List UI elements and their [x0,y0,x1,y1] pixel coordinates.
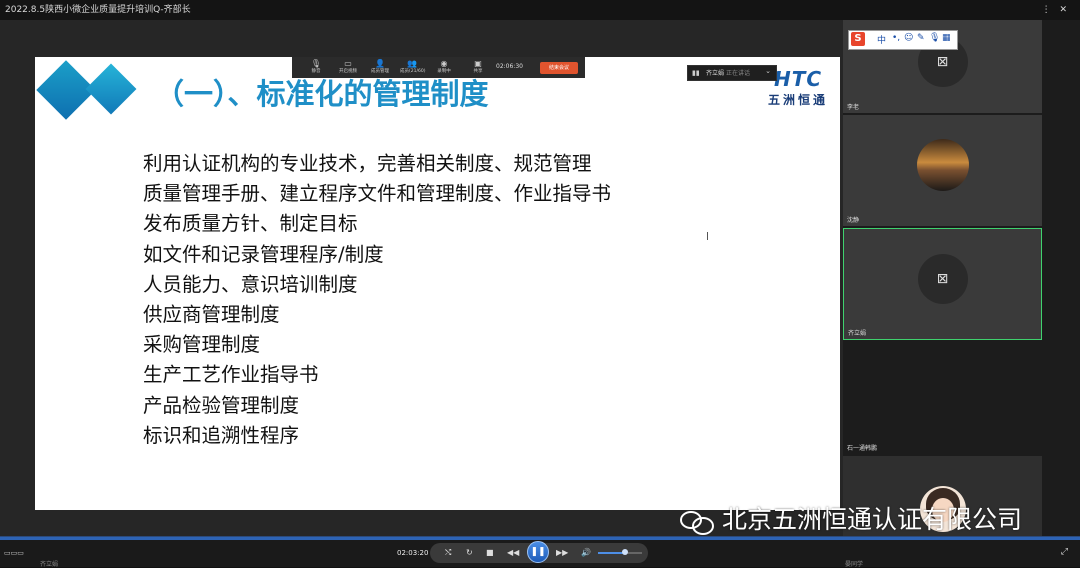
presentation-slide: （一）、标准化的管理制度 HTC 五洲恒通 利用认证机构的专业技术，完善相关制度… [35,57,840,510]
window-titlebar: 2022.8.5陕西小微企业质量提升培训Q-齐部长 ⋮ ✕ [0,0,1080,20]
slide-line: 如文件和记录管理程序/制度 [143,242,384,266]
members-button[interactable]: 👥 成员(21/60) [400,59,425,75]
camera-off-icon: ⊠ [917,254,968,304]
record-button[interactable]: ◉ 录制中 [432,59,456,75]
speaker-name: 齐立娟 [706,70,725,77]
watermark-text: 北京五洲恒通认证有限公司 [722,505,1023,534]
participant-sidebar: ⊠ 李老 沈静 ⊠ 齐立娟 石一通韩鹏 [843,20,1080,536]
meeting-timer: 02:06:30 [496,63,523,70]
grid-icon[interactable]: ▦ [942,33,951,43]
slide-line: 发布质量方针、制定目标 [143,212,358,236]
slide-line: 生产工艺作业指导书 [143,363,319,387]
speaker-status: 正在讲话 [726,70,751,77]
mic-button[interactable]: 🎙 静音 [304,59,328,75]
sogou-logo-icon: S [851,32,865,46]
slide-content-list: 利用认证机构的专业技术，完善相关制度、规范管理 质量管理手册、建立程序文件和管理… [143,149,611,451]
slide-line: 质量管理手册、建立程序文件和管理制度、作业指导书 [143,182,612,206]
fullscreen-icon[interactable]: ⤢ [1061,547,1068,557]
participant-tile[interactable]: 石一通韩鹏 [843,342,1042,454]
signal-icon: ▮▮ [692,69,700,77]
emoji-icon[interactable]: ☺ [904,33,913,43]
ime-toolbar[interactable]: S 中 •, ☺ ✎ 🎙 ▦ [848,30,958,50]
company-logo-cn: 五洲恒通 [767,93,828,107]
window-title: 2022.8.5陕西小微企业质量提升培训Q-齐部长 [5,5,191,15]
participant-name: 齐立娟 [40,561,59,568]
pen-icon[interactable]: ✎ [917,33,925,43]
pause-button[interactable]: ❚❚ [527,541,549,563]
end-meeting-button[interactable]: 结束会议 [540,62,578,74]
participant-tile[interactable]: 沈静 [843,115,1042,226]
camera-icon: ▭ [344,59,352,68]
participants-icon: 👤 [375,59,385,68]
share-button[interactable]: ▣ 共享 [466,59,490,75]
participant-avatar [916,138,969,191]
loop-icon[interactable]: ↻ [466,548,473,557]
meeting-toolbar: 🎙 静音 ▭ 开启视频 👤 成员管理 👥 成员(21/60) ◉ 录制中 ▣ 共… [292,57,585,78]
ime-lang-button[interactable]: 中 [877,33,886,46]
participant-tile[interactable]: ⊠ 齐立娟 [843,228,1042,340]
logo-diamond-icon [85,63,137,115]
slide-line: 标识和追溯性程序 [143,423,300,447]
wechat-icon [680,509,716,535]
volume-fill [598,552,626,554]
rewind-button[interactable]: ◀◀ [507,548,519,557]
progress-bar[interactable] [0,537,1080,540]
participant-name: 石一通韩鹏 [847,445,878,452]
voice-icon[interactable]: 🎙 [929,33,940,43]
slide-line: 供应商管理制度 [143,302,280,326]
stop-button[interactable]: ■ [486,548,494,557]
slide-line: 人员能力、意识培训制度 [143,272,358,296]
volume-icon[interactable]: 🔊 [581,548,591,557]
camera-button[interactable]: ▭ 开启视频 [336,59,360,75]
participant-name: 晏同学 [845,561,864,568]
members-icon: 👥 [407,59,417,68]
active-speaker-indicator[interactable]: ▮▮ 齐立娟 正在讲话 ⌄ [687,65,777,81]
slide-line: 利用认证机构的专业技术，完善相关制度、规范管理 [143,152,592,175]
slide-line: 产品检验管理制度 [143,393,300,417]
playlist-icon[interactable]: ▭▭▭ [4,549,24,557]
share-icon: ▣ [474,59,482,68]
shuffle-icon[interactable]: ⤭ [445,548,451,558]
record-icon: ◉ [440,59,448,68]
ime-punct-button[interactable]: •, [892,33,900,43]
slide-line: 采购管理制度 [143,333,261,357]
participant-name: 沈静 [847,217,860,224]
volume-slider[interactable] [598,549,642,555]
fast-forward-button[interactable]: ▶▶ [556,548,568,557]
window-controls[interactable]: ⋮ ✕ [1042,0,1070,20]
watermark: 北京五洲恒通认证有限公司 [680,500,1022,536]
playback-time: 02:03:20 [397,549,429,557]
mic-icon: 🎙 [310,59,322,68]
chevron-down-icon: ⌄ [765,67,771,75]
participant-name: 齐立娟 [848,330,867,337]
participant-name: 李老 [847,104,860,111]
participants-button[interactable]: 👤 成员管理 [368,59,392,75]
video-player-controls: ▭▭▭ 02:03:20 ⤭ ↻ ■ ◀◀ ❚❚ ▶▶ 🔊 ⤢ 齐立娟 晏同学 [0,536,1080,568]
